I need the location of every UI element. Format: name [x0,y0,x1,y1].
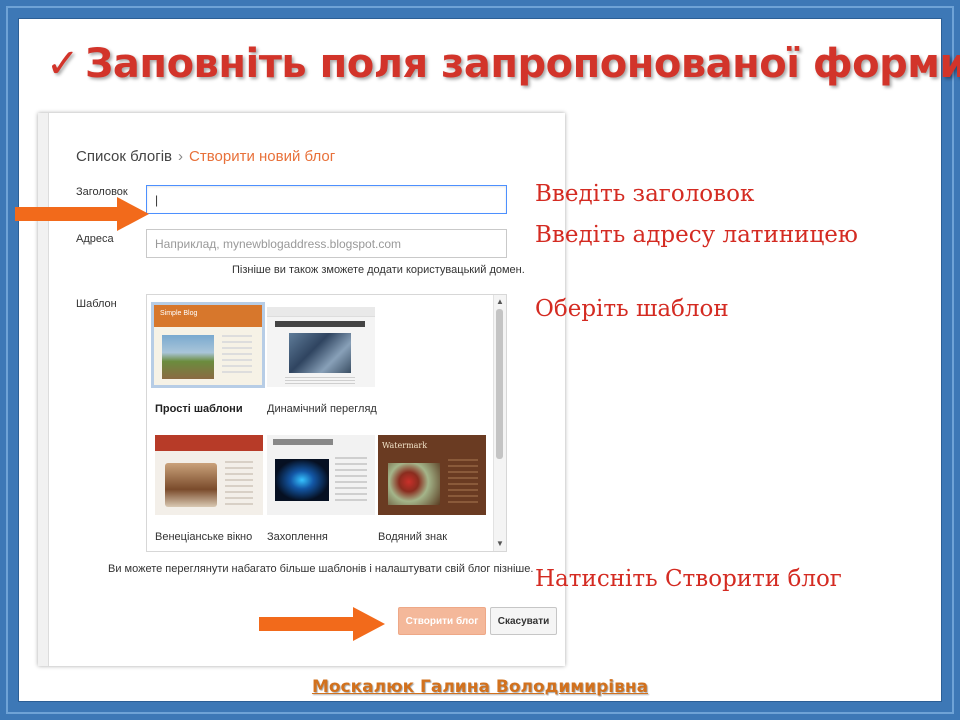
arrow-to-title-icon [15,197,149,231]
template-awesome-label[interactable]: Захоплення [267,531,328,543]
template-simple-sidebar [222,335,252,375]
template-simple-label[interactable]: Прості шаблони [155,403,243,415]
scroll-down-icon[interactable]: ▼ [496,539,504,548]
breadcrumb-current: Створити новий блог [189,148,336,165]
template-picker[interactable]: Simple Blog Прості шаблони Динамічний пе… [146,294,507,552]
template-venetian-label[interactable]: Венеціанське вікно [155,531,252,543]
template-dynamic-topbar [267,307,375,317]
template-venetian-thumbnail[interactable] [155,435,263,515]
title-input[interactable]: | [146,185,507,214]
arrow-to-create-icon [259,607,385,641]
template-watermark-photo [388,463,440,505]
address-label: Адреса [76,233,114,245]
instruction-enter-title: Введіть заголовок [535,181,755,207]
scroll-up-icon[interactable]: ▲ [496,297,504,306]
template-awesome-header [273,439,333,445]
template-venetian-header [155,435,263,451]
template-awesome-photo [275,459,329,501]
slide-title: ✓ Заповніть поля запропонованої форми [46,34,960,94]
template-dynamic-text [285,377,355,385]
template-venetian-sidebar [225,461,253,505]
template-scrollbar[interactable]: ▲ ▼ [493,295,506,551]
template-dynamic-nav [275,321,365,327]
template-dynamic-label[interactable]: Динамічний перегляд [267,403,377,415]
breadcrumb-blog-list-link[interactable]: Список блогів [76,148,172,165]
instruction-click-create: Натисніть Створити блог [535,566,842,592]
slide-title-text: Заповніть поля запропонованої форми [85,41,960,87]
template-venetian-photo [165,463,217,507]
address-input[interactable]: Наприклад, mynewblogaddress.blogspot.com [146,229,507,258]
breadcrumb: Список блогів › Створити новий блог [76,148,335,165]
breadcrumb-chevron-icon: › [178,148,184,165]
scrollbar-thumb[interactable] [496,309,503,459]
template-watermark-thumbnail[interactable]: Watermark [378,435,486,515]
create-blog-button[interactable]: Створити блог [398,607,486,635]
template-simple-preview-title: Simple Blog [160,310,198,317]
instruction-enter-address: Введіть адресу латиницею [535,222,858,248]
template-awesome-thumbnail[interactable] [267,435,375,515]
title-input-cursor: | [155,192,159,207]
template-simple-photo [162,335,214,379]
template-simple-thumbnail[interactable]: Simple Blog [151,302,265,388]
custom-domain-hint: Пізніше ви також зможете додати користув… [232,264,525,276]
checkmark-icon: ✓ [46,41,80,87]
template-watermark-label[interactable]: Водяний знак [378,531,447,543]
more-templates-hint: Ви можете переглянути набагато більше ша… [108,563,534,575]
cancel-button[interactable]: Скасувати [490,607,557,635]
address-input-placeholder: Наприклад, mynewblogaddress.blogspot.com [155,236,402,251]
template-dynamic-photo [289,333,351,373]
author-footer: Москалюк Галина Володимирівна [311,677,649,697]
template-watermark-sidebar [448,459,478,505]
template-simple-header: Simple Blog [154,305,262,327]
template-label: Шаблон [76,298,117,310]
instruction-choose-template: Оберіть шаблон [535,296,729,322]
page-left-edge [38,113,49,666]
template-watermark-preview-title: Watermark [382,441,428,450]
template-dynamic-thumbnail[interactable] [267,307,375,387]
template-awesome-sidebar [335,457,367,503]
